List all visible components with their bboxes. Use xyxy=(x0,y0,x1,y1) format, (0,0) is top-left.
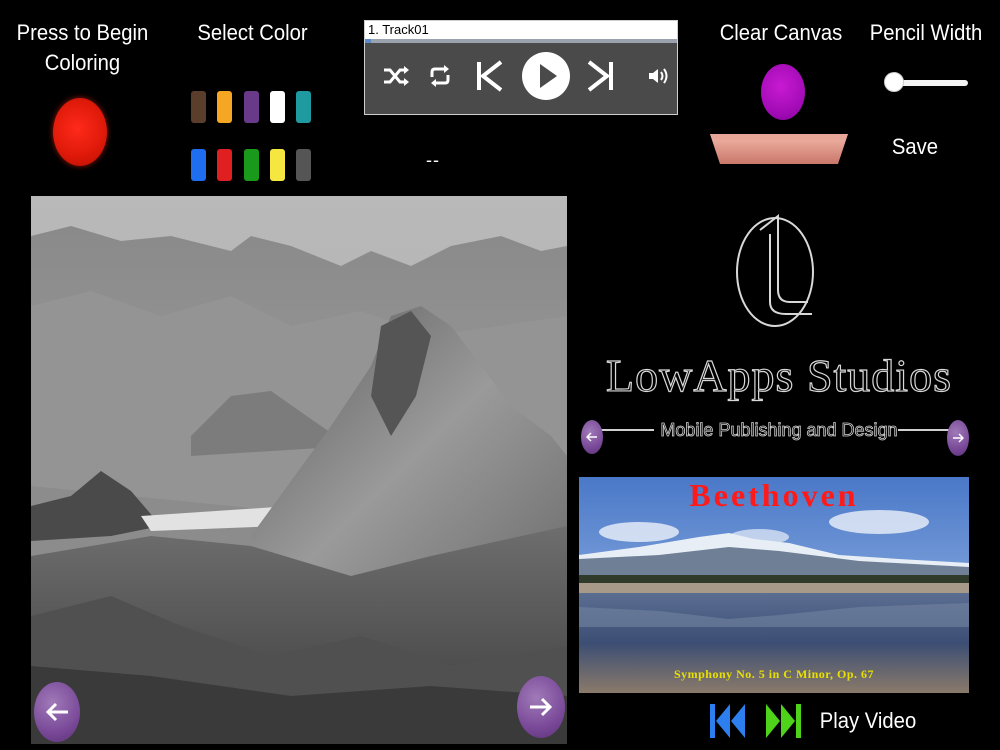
photo-next-button[interactable] xyxy=(517,676,565,738)
begin-coloring-button[interactable] xyxy=(53,98,107,166)
clear-canvas-label: Clear Canvas xyxy=(719,20,843,45)
music-player: 1. Track01 xyxy=(364,20,678,115)
studio-name: LowApps Studios xyxy=(605,349,952,401)
album-title: Beethoven xyxy=(689,477,859,513)
color-swatch[interactable] xyxy=(217,91,232,123)
select-color-label: Select Color xyxy=(197,20,308,45)
arrow-left-icon xyxy=(586,432,597,442)
studio-next-button[interactable] xyxy=(947,420,969,456)
status-text: -- xyxy=(426,150,440,170)
studio-logo-mark xyxy=(736,213,814,327)
studio-previous-button[interactable] xyxy=(581,420,603,454)
shuffle-icon[interactable] xyxy=(381,63,411,89)
color-swatch[interactable] xyxy=(296,149,311,181)
album-cover[interactable]: Beethoven Symphony No. 5 in C Minor, Op.… xyxy=(579,477,969,693)
color-swatch[interactable] xyxy=(244,149,259,181)
tray-icon xyxy=(710,134,848,164)
next-icon[interactable] xyxy=(585,59,617,93)
track-progress-fill xyxy=(365,39,372,43)
color-swatch[interactable] xyxy=(191,149,206,181)
save-button[interactable]: Save xyxy=(883,132,947,162)
play-video-button[interactable]: Play Video xyxy=(816,706,919,736)
clear-canvas-button[interactable] xyxy=(761,64,805,120)
color-swatch[interactable] xyxy=(244,91,259,123)
volume-icon[interactable] xyxy=(647,65,673,87)
track-title: 1. Track01 xyxy=(365,21,677,39)
play-icon[interactable] xyxy=(521,51,571,101)
coloring-canvas[interactable] xyxy=(31,196,567,744)
begin-coloring-label: Press to Begin Coloring xyxy=(16,20,149,75)
color-swatch[interactable] xyxy=(270,149,285,181)
arrow-right-icon xyxy=(530,697,553,717)
color-swatch[interactable] xyxy=(270,91,285,123)
rewind-icon[interactable] xyxy=(708,700,748,742)
color-swatch[interactable] xyxy=(296,91,311,123)
repeat-icon[interactable] xyxy=(427,63,453,89)
arrow-right-icon xyxy=(953,433,964,443)
previous-icon[interactable] xyxy=(473,59,505,93)
mountain-image xyxy=(31,196,567,744)
studio-tagline: Mobile Publishing and Design xyxy=(660,420,898,441)
pencil-width-label: Pencil Width xyxy=(869,20,983,45)
color-swatch[interactable] xyxy=(217,149,232,181)
color-swatch[interactable] xyxy=(191,91,206,123)
fast-forward-icon[interactable] xyxy=(763,700,803,742)
album-subtitle: Symphony No. 5 in C Minor, Op. 67 xyxy=(673,667,875,681)
studio-logo: LowApps Studios Mobile Publishing and De… xyxy=(578,200,980,460)
photo-previous-button[interactable] xyxy=(34,682,80,742)
arrow-left-icon xyxy=(45,702,68,722)
track-progress-bar[interactable] xyxy=(365,39,677,43)
pencil-width-slider-thumb[interactable] xyxy=(884,72,904,92)
